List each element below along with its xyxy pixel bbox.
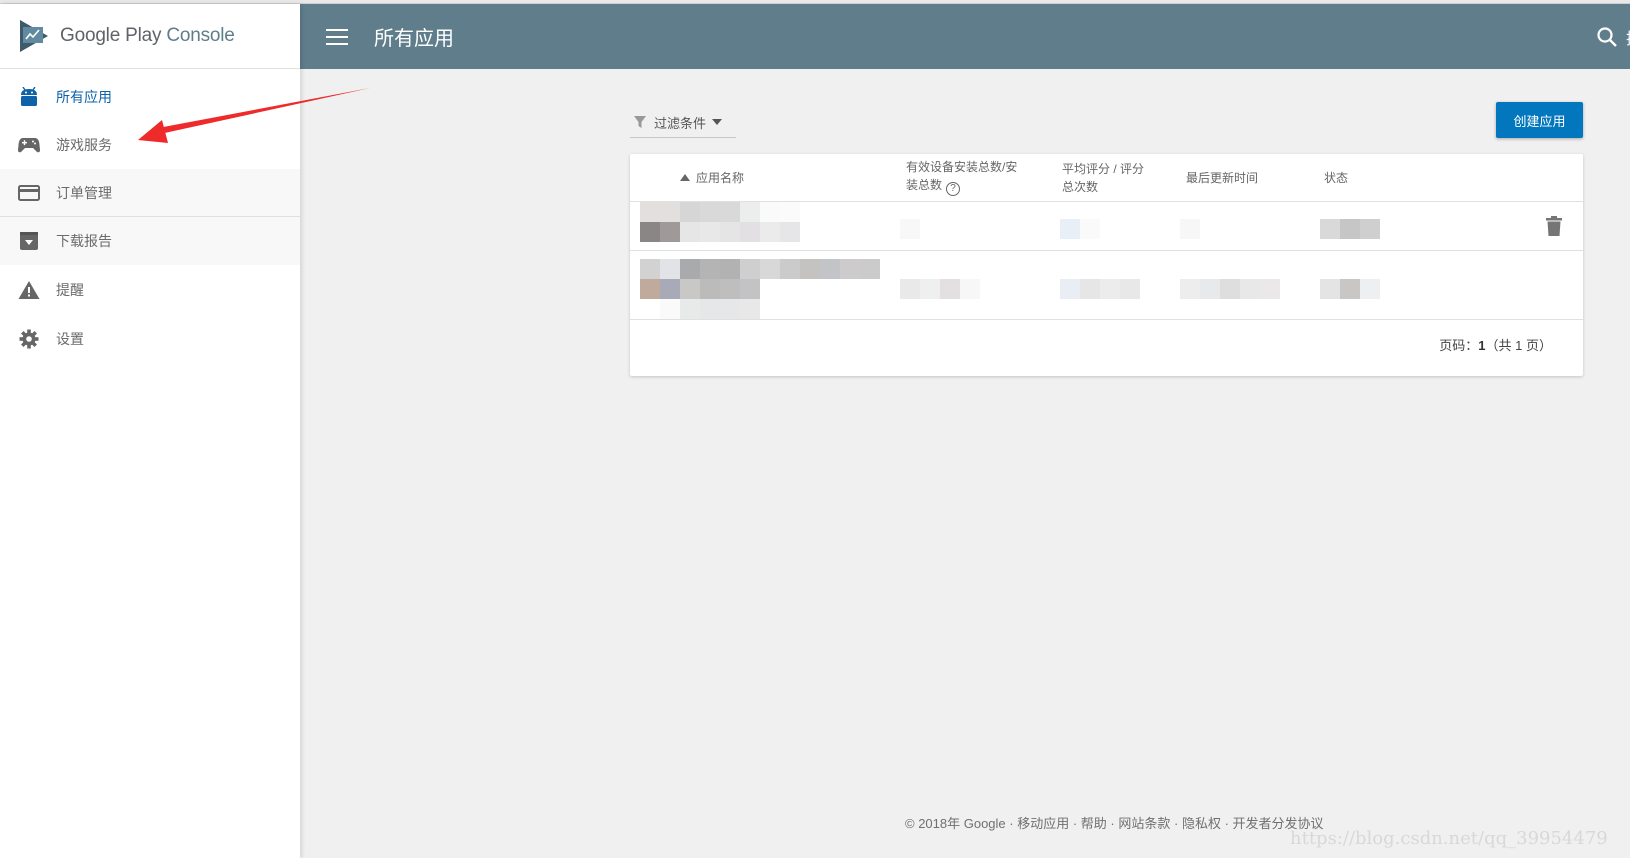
trash-icon[interactable]: [1546, 216, 1562, 236]
table-row[interactable]: [630, 202, 1583, 251]
column-header-status[interactable]: 状态: [1324, 169, 1348, 187]
footer-link-mobile-app[interactable]: 移动应用: [1017, 816, 1069, 831]
sidebar-item-settings[interactable]: 设置: [0, 315, 300, 363]
filter-dropdown[interactable]: 过滤条件: [630, 107, 736, 138]
credit-card-icon: [18, 182, 40, 204]
status-redacted: [1320, 279, 1380, 299]
sidebar-item-all-apps[interactable]: 所有应用: [0, 73, 300, 121]
current-page: 1: [1478, 338, 1486, 353]
status-redacted: [1320, 219, 1380, 239]
app-name-redacted: [640, 259, 880, 319]
pagination-prefix: 页码：: [1439, 338, 1479, 353]
sidebar-item-label: 下载报告: [56, 233, 112, 249]
column-label: 平均评分 / 评分总次数: [1062, 162, 1145, 194]
brand-logo[interactable]: Google Play Console: [0, 4, 300, 69]
search-label[interactable]: 搜: [1626, 25, 1630, 49]
column-header-app-name[interactable]: 应用名称: [680, 169, 744, 187]
sort-ascending-icon: [680, 174, 690, 181]
watermark: https://blog.csdn.net/qq_39954479: [1290, 828, 1608, 849]
column-header-last-updated[interactable]: 最后更新时间: [1186, 169, 1258, 187]
hamburger-icon[interactable]: [326, 28, 348, 45]
sidebar: Google Play Console 所有应用 游戏服务 订单管理 下载报告 提…: [0, 4, 300, 858]
column-label: 状态: [1324, 171, 1349, 185]
footer-link-terms[interactable]: 网站条款: [1118, 816, 1170, 831]
sidebar-item-download-reports[interactable]: 下载报告: [0, 217, 300, 265]
page-title: 所有应用: [374, 28, 454, 50]
updated-redacted: [1180, 279, 1280, 299]
installs-redacted: [900, 219, 920, 239]
brand-primary: Google Play: [60, 25, 162, 46]
chevron-down-icon: [712, 119, 723, 125]
app-bar: 所有应用 搜: [300, 4, 1630, 69]
column-label: 有效设备安装总数/安装总数: [906, 160, 1018, 192]
sidebar-item-label: 游戏服务: [56, 137, 112, 153]
rating-redacted: [1060, 279, 1140, 299]
table-row[interactable]: [630, 251, 1583, 320]
play-console-logo-icon: [20, 20, 48, 52]
copyright: © 2018年 Google: [905, 816, 1006, 831]
create-app-button[interactable]: 创建应用: [1496, 102, 1583, 138]
gamepad-icon: [18, 134, 40, 156]
column-header-installs[interactable]: 有效设备安装总数/安装总数?: [906, 158, 1024, 196]
android-icon: [18, 86, 40, 108]
rating-redacted: [1060, 219, 1100, 239]
brand-name: Google Play Console: [60, 25, 235, 47]
column-header-rating[interactable]: 平均评分 / 评分总次数: [1062, 160, 1152, 196]
download-box-icon: [18, 230, 40, 252]
sidebar-item-orders[interactable]: 订单管理: [0, 169, 300, 217]
pagination: 页码：1（共 1 页）: [1439, 335, 1552, 354]
updated-redacted: [1180, 219, 1200, 239]
column-label: 最后更新时间: [1186, 171, 1259, 185]
installs-redacted: [900, 279, 980, 299]
gear-icon: [18, 328, 40, 350]
filter-icon: [634, 116, 646, 128]
app-name-redacted: [640, 202, 800, 242]
help-icon[interactable]: ?: [946, 182, 961, 196]
sidebar-item-label: 提醒: [56, 282, 84, 298]
brand-secondary: Console: [166, 25, 235, 46]
footer: © 2018年 Google · 移动应用 · 帮助 · 网站条款 · 隐私权 …: [905, 816, 1324, 831]
warning-icon: [18, 279, 40, 301]
total-pages: （共 1 页）: [1485, 338, 1552, 353]
filter-label: 过滤条件: [654, 115, 707, 131]
sidebar-item-alerts[interactable]: 提醒: [0, 266, 300, 314]
footer-link-help[interactable]: 帮助: [1081, 816, 1107, 831]
sidebar-item-label: 设置: [56, 331, 84, 347]
sidebar-item-label: 所有应用: [56, 89, 112, 105]
table-header: 应用名称 有效设备安装总数/安装总数? 平均评分 / 评分总次数 最后更新时间 …: [630, 154, 1583, 202]
column-label: 应用名称: [696, 171, 745, 185]
footer-link-privacy[interactable]: 隐私权: [1182, 816, 1221, 831]
apps-table: 应用名称 有效设备安装总数/安装总数? 平均评分 / 评分总次数 最后更新时间 …: [630, 154, 1583, 376]
search-icon[interactable]: [1596, 26, 1618, 48]
sidebar-item-label: 订单管理: [56, 185, 112, 201]
sidebar-item-game-services[interactable]: 游戏服务: [0, 121, 300, 169]
